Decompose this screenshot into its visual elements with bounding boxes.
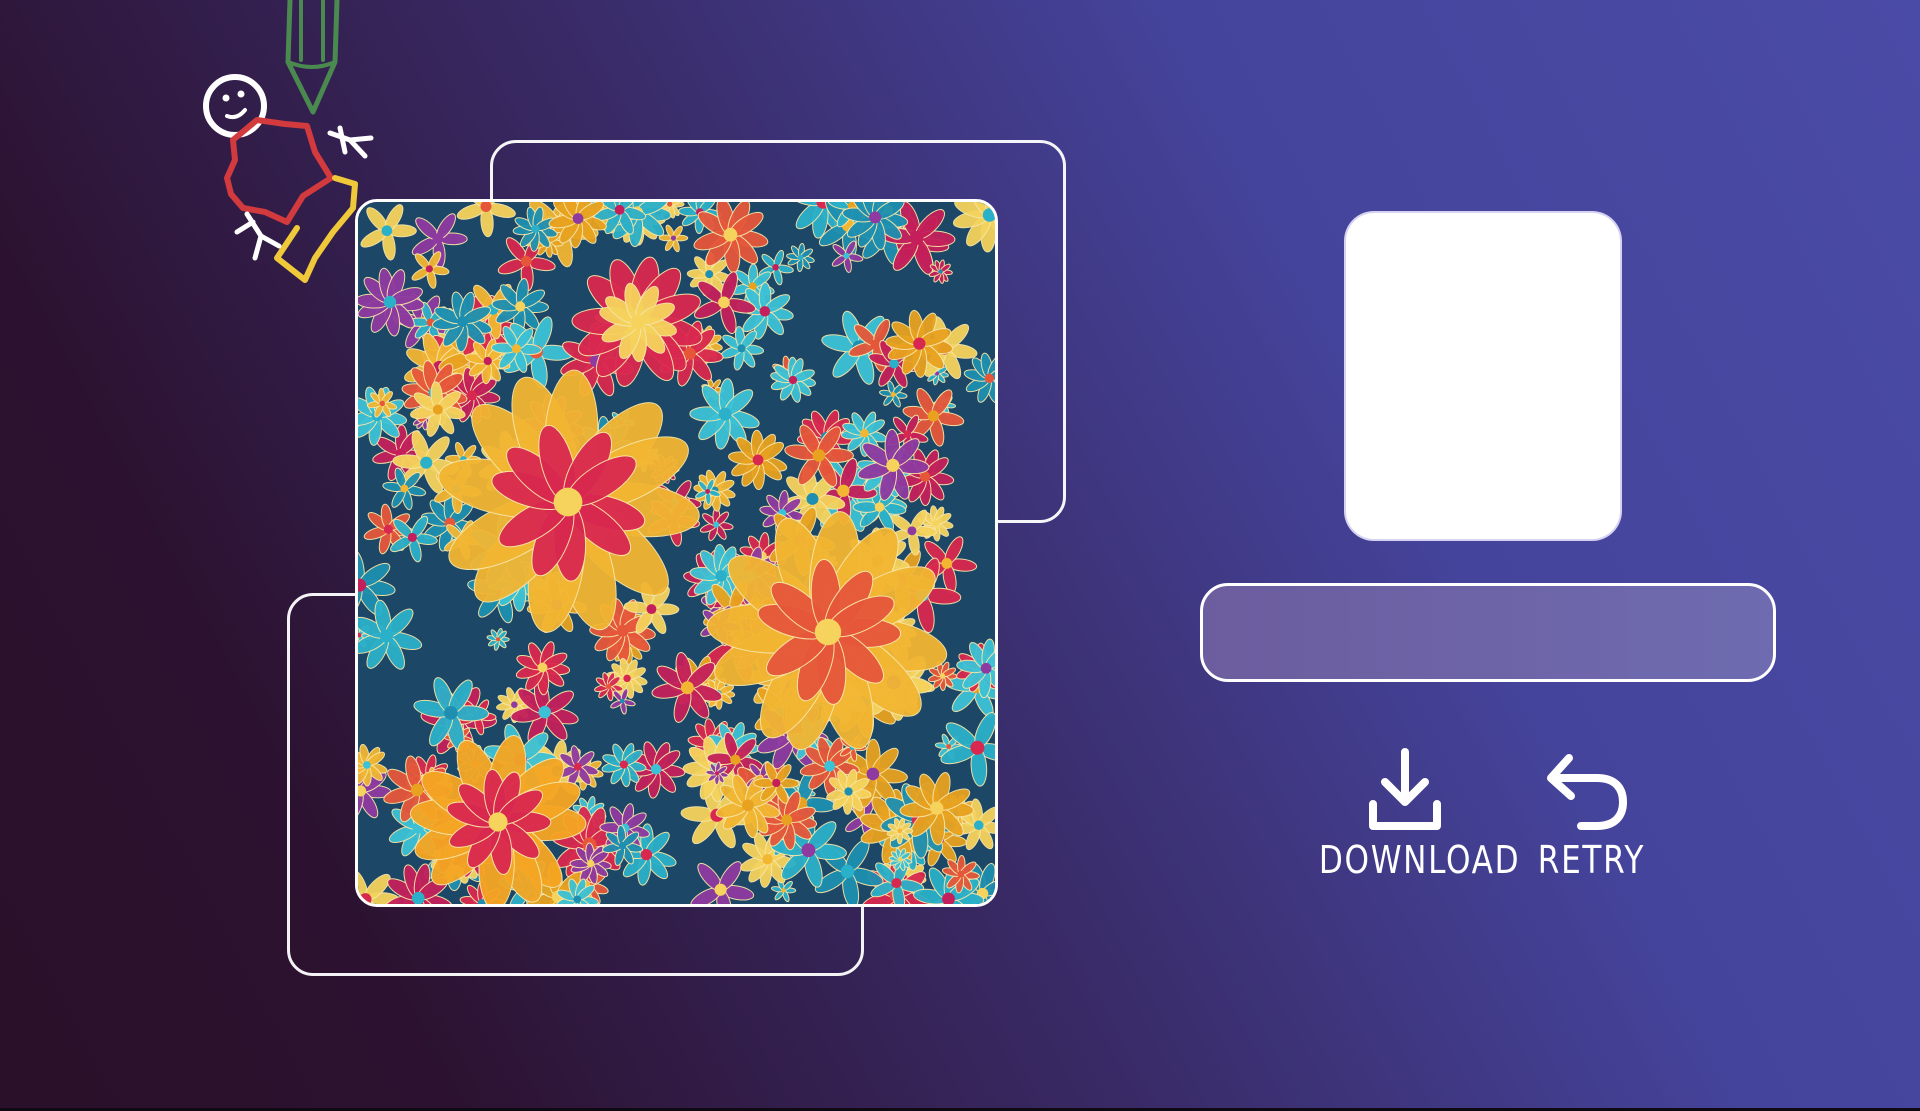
retry-button[interactable]: RETRY xyxy=(1527,748,1647,882)
generated-artwork-image xyxy=(355,199,998,907)
download-label: DOWNLOAD xyxy=(1318,838,1521,882)
pencil-stick-figure-logo xyxy=(195,0,415,290)
prompt-input-field[interactable] xyxy=(1200,583,1776,682)
undo-arrow-icon xyxy=(1547,754,1627,830)
download-button[interactable]: DOWNLOAD xyxy=(1300,748,1521,882)
retry-label: RETRY xyxy=(1537,838,1646,882)
reference-image-thumbnail[interactable] xyxy=(1344,211,1622,541)
download-icon xyxy=(1369,748,1441,830)
